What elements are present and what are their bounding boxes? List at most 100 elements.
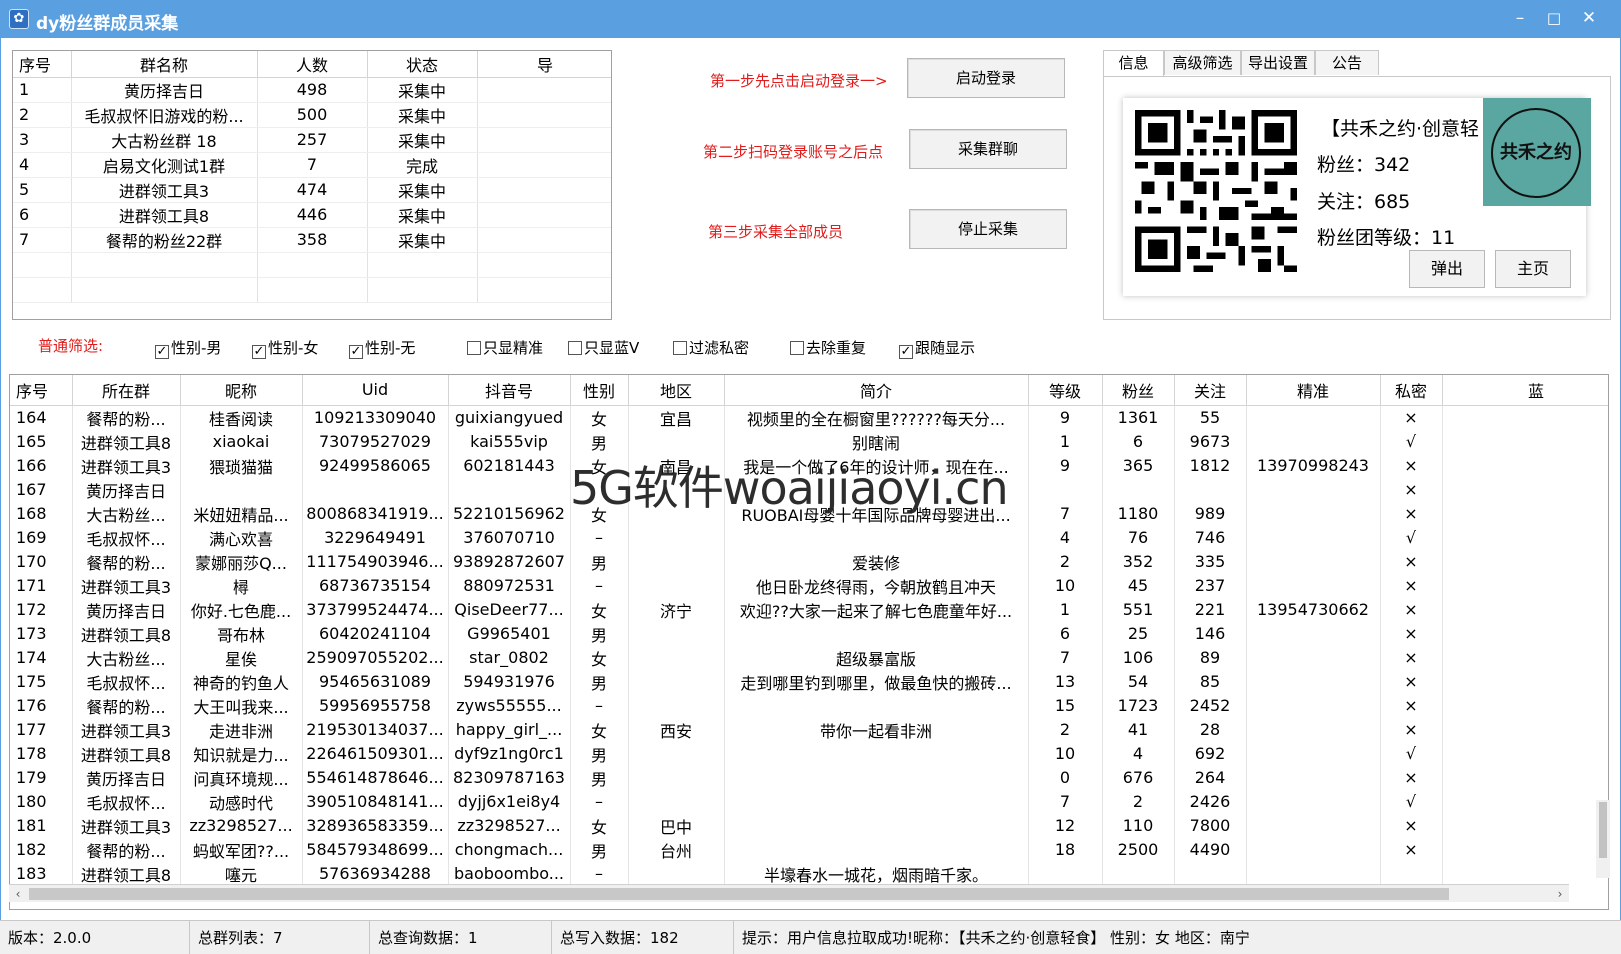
- group-row[interactable]: [13, 277, 611, 303]
- member-cell: 别瞎闹: [724, 429, 1029, 454]
- member-cell: 哥布林: [180, 621, 303, 646]
- member-row[interactable]: 173 进群领工具8 哥布林 60420241104 G9965401 男 6 25 146 ×: [10, 621, 1608, 646]
- member-cell: 170: [10, 549, 73, 574]
- group-col-header[interactable]: 群名称: [71, 51, 258, 78]
- member-row[interactable]: 165 进群领工具8 xiaokai 73079527029 kai555vip 男 别瞎闹…: [10, 429, 1608, 454]
- checkbox-icon[interactable]: [790, 341, 804, 355]
- filter-checkbox[interactable]: ✓ 性别-无: [349, 337, 415, 359]
- horizontal-scroll-thumb[interactable]: [29, 888, 1449, 900]
- member-col-header[interactable]: Uid: [302, 375, 449, 406]
- member-cell: 餐帮的粉...: [72, 837, 181, 862]
- member-col-header[interactable]: 昵称: [180, 375, 303, 406]
- close-button[interactable]: ✕: [1572, 4, 1606, 32]
- member-row[interactable]: 164 餐帮的粉... 桂香阅读 109213309040 guixiangyued 女宜…: [10, 405, 1608, 430]
- filter-checkbox[interactable]: ✓ 跟随显示: [899, 337, 975, 359]
- member-col-header[interactable]: 序号: [10, 375, 73, 406]
- filter-checkbox-label: 去除重复: [806, 339, 867, 357]
- member-cell: 1723: [1102, 693, 1175, 718]
- member-col-header[interactable]: 等级: [1028, 375, 1103, 406]
- member-cell: 黄历择吉日: [72, 477, 181, 502]
- group-row[interactable]: 1 黄历择吉日 498 采集中: [13, 77, 611, 103]
- member-row[interactable]: 182 餐帮的粉... 蚂蚁军团??... 584579348699... chongm…: [10, 837, 1608, 862]
- member-cell: 巴中: [628, 813, 725, 838]
- start-login-button[interactable]: 启动登录: [907, 58, 1065, 98]
- filter-checkbox[interactable]: 过滤私密: [673, 337, 749, 358]
- member-row[interactable]: 179 黄历择吉日 问真环境规... 554614878646... 823097871…: [10, 765, 1608, 790]
- member-row[interactable]: 174 大古粉丝... 星俟 259097055202... star_0802 女 超级暴…: [10, 645, 1608, 670]
- checkbox-icon[interactable]: [467, 341, 481, 355]
- group-cell: [71, 252, 258, 278]
- filter-checkbox[interactable]: 只显蓝V: [568, 337, 639, 358]
- group-col-header[interactable]: 人数: [257, 51, 368, 78]
- tab-advanced-filter[interactable]: 高级筛选: [1164, 50, 1241, 75]
- group-cell: 6: [13, 202, 72, 228]
- tab-export-settings[interactable]: 导出设置: [1241, 50, 1315, 75]
- member-row[interactable]: 177 进群领工具3 走进非洲 219530134037... happy_girl_.…: [10, 717, 1608, 742]
- group-row[interactable]: 7 餐帮的粉丝22群 358 采集中: [13, 227, 611, 253]
- member-col-header[interactable]: 所在群: [72, 375, 181, 406]
- horizontal-scrollbar[interactable]: ‹ ›: [9, 884, 1569, 902]
- member-row[interactable]: 172 黄历择吉日 你好.七色鹿... 373799524474... QiseDeer…: [10, 597, 1608, 622]
- scroll-left-icon[interactable]: ‹: [9, 885, 27, 903]
- home-button[interactable]: 主页: [1495, 250, 1571, 288]
- member-cell: 7: [1028, 645, 1103, 670]
- group-col-header[interactable]: 序号: [13, 51, 72, 78]
- checkmark-icon[interactable]: ✓: [252, 345, 266, 359]
- group-row[interactable]: 4 启易文化测试1群 7 完成: [13, 152, 611, 178]
- member-row[interactable]: 171 进群领工具3 樳 68736735154 880972531– 他日卧龙终得雨，今…: [10, 573, 1608, 598]
- member-col-header[interactable]: 蓝: [1442, 375, 1608, 406]
- member-col-header[interactable]: 粉丝: [1102, 375, 1175, 406]
- tab-announcement[interactable]: 公告: [1315, 50, 1379, 75]
- stop-collect-button[interactable]: 停止采集: [909, 209, 1067, 249]
- member-cell: 13954730662: [1246, 597, 1381, 622]
- filter-checkbox[interactable]: 只显精准: [467, 337, 543, 358]
- member-row[interactable]: 180 毛叔叔怀... 动感时代 390510848141... dyjj6x1ei8y…: [10, 789, 1608, 814]
- checkmark-icon[interactable]: ✓: [899, 345, 913, 359]
- group-col-header[interactable]: 导: [477, 51, 611, 78]
- member-col-header[interactable]: 私密: [1380, 375, 1443, 406]
- eject-button[interactable]: 弹出: [1409, 250, 1485, 288]
- group-cell: 黄历择吉日: [71, 77, 258, 103]
- member-cell: 进群领工具8: [72, 741, 181, 766]
- group-row[interactable]: 2 毛叔叔怀旧游戏的粉... 500 采集中: [13, 102, 611, 128]
- maximize-button[interactable]: □: [1537, 4, 1571, 32]
- member-cell: [1246, 429, 1381, 454]
- vertical-scroll-thumb[interactable]: [1599, 802, 1607, 858]
- filter-checkbox[interactable]: 去除重复: [790, 337, 866, 358]
- checkbox-icon[interactable]: [568, 341, 582, 355]
- group-row[interactable]: [13, 252, 611, 278]
- member-col-header[interactable]: 关注: [1174, 375, 1247, 406]
- member-row[interactable]: 169 毛叔叔怀... 满心欢喜 3229649491 376070710– 4 76 746…: [10, 525, 1608, 550]
- checkmark-icon[interactable]: ✓: [349, 345, 363, 359]
- step1-label: 第一步先点击启动登录一>: [710, 72, 888, 90]
- member-row[interactable]: 178 进群领工具8 知识就是力... 226461509301... dyf9z1ng…: [10, 741, 1608, 766]
- filter-checkbox[interactable]: ✓ 性别-女: [252, 337, 318, 359]
- tab-info[interactable]: 信息: [1103, 50, 1164, 77]
- filter-checkbox[interactable]: ✓ 性别-男: [155, 337, 221, 359]
- group-row[interactable]: 5 进群领工具3 474 采集中: [13, 177, 611, 203]
- group-cell: [477, 127, 611, 153]
- member-cell: [1442, 477, 1608, 502]
- group-col-header[interactable]: 状态: [367, 51, 478, 78]
- minimize-button[interactable]: –: [1503, 4, 1537, 32]
- member-col-header[interactable]: 性别: [570, 375, 629, 406]
- member-col-header[interactable]: 精准: [1246, 375, 1381, 406]
- checkbox-icon[interactable]: [673, 341, 687, 355]
- member-col-header[interactable]: 地区: [628, 375, 725, 406]
- member-row[interactable]: 183 进群领工具8 噻元 57636934288 baoboombo... – 半壕春水一…: [10, 861, 1608, 886]
- group-row[interactable]: 3 大古粉丝群 18 257 采集中: [13, 127, 611, 153]
- scroll-right-icon[interactable]: ›: [1551, 885, 1569, 903]
- group-cell: [477, 152, 611, 178]
- checkmark-icon[interactable]: ✓: [155, 345, 169, 359]
- member-row[interactable]: 176 餐帮的粉... 大王叫我来... 59956955758 zyws55555..…: [10, 693, 1608, 718]
- member-row[interactable]: 175 毛叔叔怀... 神奇的钓鱼人 95465631089 594931976 男 走到哪…: [10, 669, 1608, 694]
- group-row[interactable]: 6 进群领工具8 446 采集中: [13, 202, 611, 228]
- member-col-header[interactable]: 抖音号: [448, 375, 571, 406]
- collect-groups-button[interactable]: 采集群聊: [909, 129, 1067, 169]
- member-cell: [1246, 669, 1381, 694]
- member-cell: 餐帮的粉...: [72, 549, 181, 574]
- vertical-scrollbar[interactable]: [1596, 800, 1610, 878]
- member-row[interactable]: 170 餐帮的粉... 蒙娜丽莎Q... 111754903946... 9389287…: [10, 549, 1608, 574]
- member-row[interactable]: 181 进群领工具3 zz3298527... 328936583359... zz32…: [10, 813, 1608, 838]
- member-col-header[interactable]: 简介: [724, 375, 1029, 406]
